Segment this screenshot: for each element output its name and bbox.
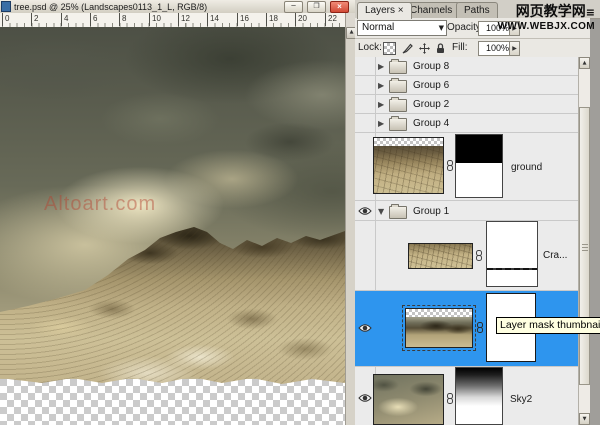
blend-mode-select[interactable]: Normal ▼: [357, 20, 447, 36]
layer-row-group6[interactable]: ▶ Group 6: [355, 76, 590, 95]
site-url: WWW.WEBJX.COM: [498, 21, 595, 32]
fill-input[interactable]: 100%: [478, 41, 513, 56]
layer-list: ▶ Group 8 ▶ Group 6 ▶ Group 2 ▶ Group 4: [355, 57, 590, 425]
layer-thumbnail[interactable]: [405, 308, 473, 348]
ruler-label: 22: [325, 13, 337, 26]
ruler-label: 20: [295, 13, 307, 26]
layer-mask-thumbnail[interactable]: [486, 221, 538, 287]
folder-icon: [389, 80, 407, 93]
expand-collapsed-icon[interactable]: ▶: [378, 62, 384, 71]
chevron-down-icon: ▼: [439, 21, 444, 35]
link-icon: [476, 322, 484, 333]
minimize-button[interactable]: ─: [284, 1, 303, 13]
layer-name: Group 1: [413, 206, 449, 217]
ruler-label: 4: [61, 13, 68, 26]
tab-paths[interactable]: Paths: [456, 2, 498, 18]
folder-icon: [389, 61, 407, 74]
layer-thumbnail[interactable]: [373, 374, 444, 425]
visibility-toggle[interactable]: [355, 76, 376, 94]
layers-panel: Layers × Channels Paths 网页教学网≡ WWW.WEBJX…: [355, 0, 600, 425]
layer-name: ground: [511, 162, 542, 173]
lock-label: Lock:: [358, 42, 382, 53]
folder-icon: [389, 99, 407, 112]
ruler-label: 18: [266, 13, 278, 26]
fill-spinner[interactable]: ▶: [509, 41, 520, 56]
link-icon: [475, 250, 483, 261]
lock-position-move-icon[interactable]: [419, 43, 430, 54]
horizontal-ruler: 0 2 4 6 8 10 12 14 16 18 20 22: [0, 13, 345, 28]
eye-icon[interactable]: [358, 206, 372, 216]
tab-layers[interactable]: Layers ×: [357, 2, 412, 19]
scroll-down-arrow[interactable]: ▼: [579, 413, 590, 425]
lock-all-padlock-icon[interactable]: [436, 43, 445, 54]
layer-name: Cra...: [543, 250, 567, 261]
link-icon: [446, 160, 454, 171]
layer-name: Group 2: [413, 99, 449, 110]
lock-pixels-brush-icon[interactable]: [402, 43, 413, 54]
tooltip: Layer mask thumbnail: [496, 317, 600, 334]
panel-menu-icon: ≡: [586, 6, 595, 19]
visibility-toggle[interactable]: [355, 291, 376, 366]
layer-row-group4[interactable]: ▶ Group 4: [355, 114, 590, 133]
psd-file-icon: [1, 1, 11, 12]
expand-collapsed-icon[interactable]: ▶: [378, 100, 384, 109]
expand-collapsed-icon[interactable]: ▶: [378, 119, 384, 128]
restore-button[interactable]: ❐: [307, 1, 326, 13]
document-titlebar[interactable]: tree.psd @ 25% (Landscapes0113_1_L, RGB/…: [0, 0, 355, 14]
lock-transparency-icon[interactable]: [383, 42, 396, 55]
ruler-label: 10: [149, 13, 161, 26]
layer-row-cracked[interactable]: Cra...: [355, 221, 590, 291]
lock-options-row: Lock: Fill: 100% ▶: [355, 39, 590, 58]
layer-row-group8[interactable]: ▶ Group 8: [355, 57, 590, 76]
folder-icon: [389, 118, 407, 131]
expand-collapsed-icon[interactable]: ▶: [378, 81, 384, 90]
expand-expanded-icon[interactable]: ▼: [378, 207, 384, 216]
layer-row-group2[interactable]: ▶ Group 2: [355, 95, 590, 114]
ruler-label: 12: [178, 13, 190, 26]
site-name-cn: 网页教学网: [516, 3, 586, 19]
visibility-toggle[interactable]: [355, 201, 376, 220]
document-window: tree.psd @ 25% (Landscapes0113_1_L, RGB/…: [0, 0, 355, 425]
visibility-toggle[interactable]: [355, 57, 376, 75]
eye-icon[interactable]: [358, 323, 372, 333]
layer-thumbnail[interactable]: [408, 243, 473, 269]
site-watermark: 网页教学网≡ WWW.WEBJX.COM: [498, 3, 595, 32]
document-title: tree.psd @ 25% (Landscapes0113_1_L, RGB/…: [14, 2, 284, 12]
scrollbar-grip: [582, 244, 588, 251]
close-button[interactable]: ×: [330, 1, 349, 13]
layer-name: Group 6: [413, 80, 449, 91]
ruler-label: 0: [2, 13, 9, 26]
layer-mask-thumbnail[interactable]: [455, 367, 503, 425]
link-icon: [446, 393, 454, 404]
ruler-label: 2: [31, 13, 38, 26]
visibility-toggle[interactable]: [355, 114, 376, 132]
scroll-up-arrow[interactable]: ▲: [579, 57, 590, 69]
mask-crack-line: [487, 268, 537, 270]
layer-row-sky2[interactable]: Sky2: [355, 367, 590, 425]
scrollbar-thumb[interactable]: [579, 107, 590, 385]
visibility-toggle[interactable]: [355, 221, 376, 290]
layer-name: Group 4: [413, 118, 449, 129]
layer-thumbnail[interactable]: [373, 137, 444, 194]
layer-name: Sky2: [510, 394, 532, 405]
eye-icon[interactable]: [358, 393, 372, 403]
canvas[interactable]: Altoart.com: [0, 27, 345, 425]
ruler-label: 14: [207, 13, 219, 26]
ruler-label: 6: [90, 13, 97, 26]
folder-icon: [389, 206, 407, 219]
ruler-label: 16: [237, 13, 249, 26]
layer-name: Group 8: [413, 61, 449, 72]
panel-vertical-scrollbar[interactable]: ▲ ▼: [578, 57, 590, 425]
visibility-toggle[interactable]: [355, 95, 376, 113]
ruler-label: 8: [119, 13, 126, 26]
layer-row-group1[interactable]: ▼ Group 1: [355, 201, 590, 221]
layer-mask-thumbnail[interactable]: [455, 134, 503, 198]
fill-label: Fill:: [452, 42, 468, 53]
layer-row-ground[interactable]: ground: [355, 133, 590, 201]
blend-mode-value: Normal: [362, 22, 394, 33]
image-watermark: Altoart.com: [44, 193, 156, 216]
